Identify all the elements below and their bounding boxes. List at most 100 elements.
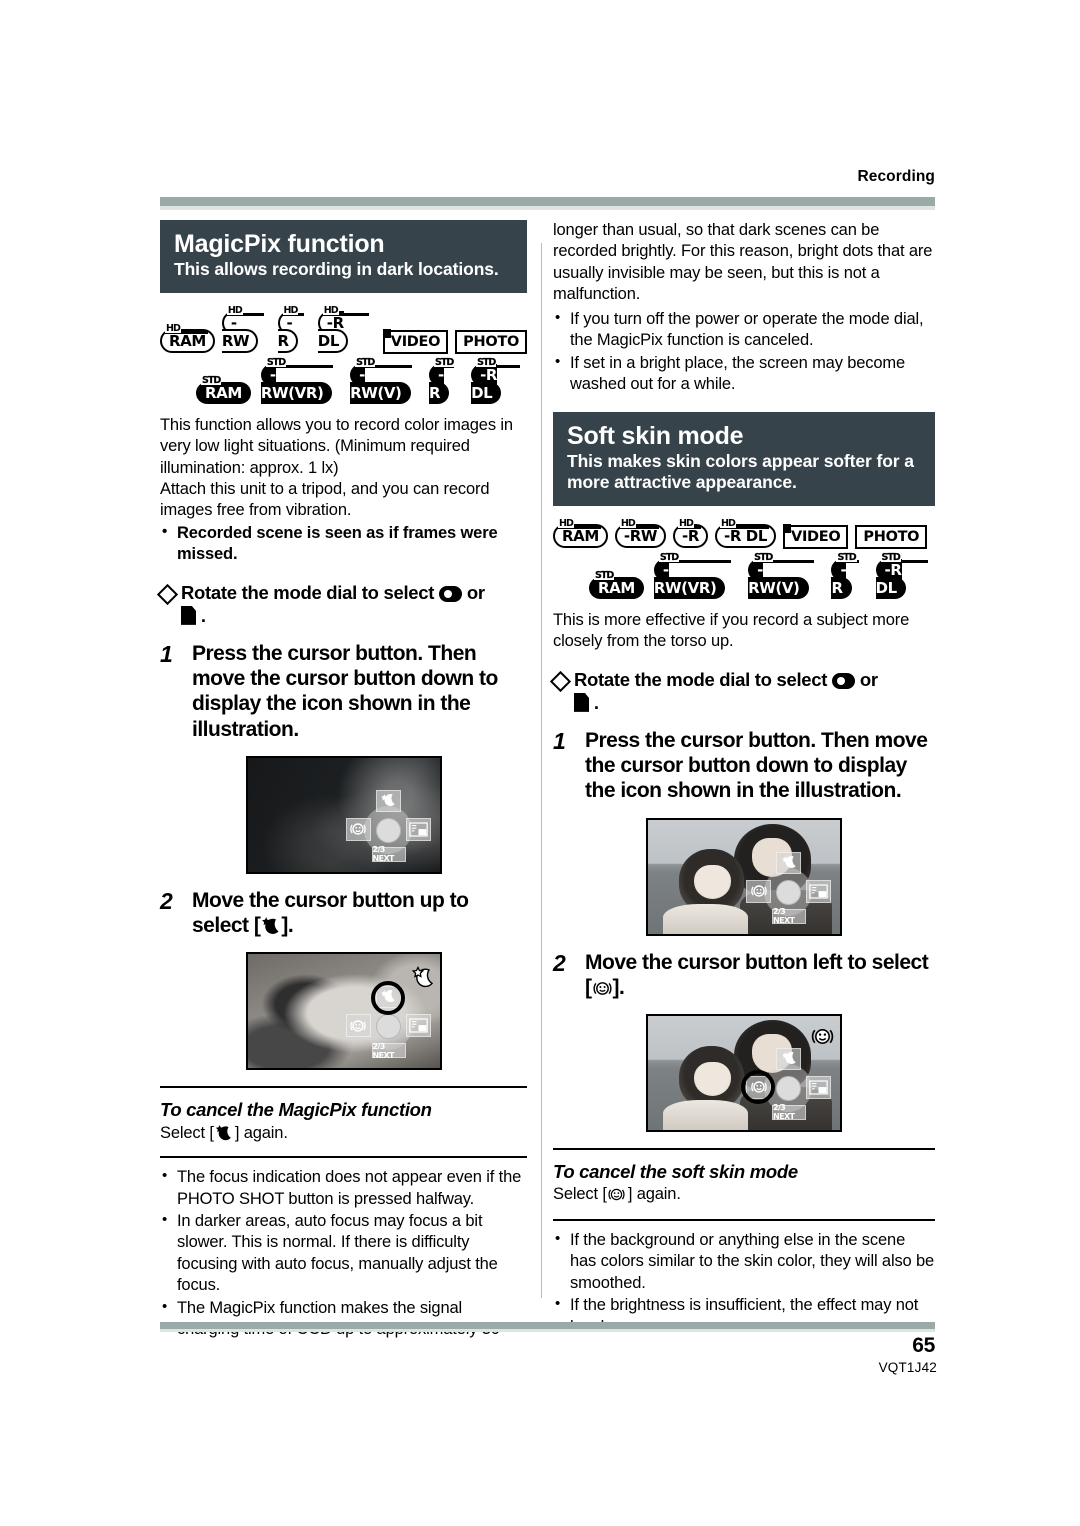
softskin-step-2: 2 Move the cursor button left to select …: [553, 950, 935, 1000]
osd-next-label: 2/3 NEXT: [772, 1103, 806, 1121]
badge-photo: PHOTO: [455, 329, 527, 354]
note-item: If set in a bright place, the screen may…: [553, 352, 935, 396]
mode-dial-photo-icon: [181, 605, 196, 625]
magicpix-cancel-title: To cancel the MagicPix function: [160, 1099, 432, 1121]
softskin-subtitle: This makes skin colors appear softer for…: [567, 450, 914, 493]
camera-screen-people: 2/3 NEXT: [646, 817, 842, 936]
manual-page: Recording MagicPix function This allows …: [0, 0, 1080, 1526]
dial-middle-text: or: [466, 581, 485, 603]
video-nub-icon: [783, 523, 792, 533]
badge-std-r: STD -R: [429, 356, 454, 404]
badge-std-rw-vr: STD -RW(VR): [653, 553, 738, 599]
step-text-prefix: Move the cursor button up to select [: [192, 888, 469, 937]
magicpix-subtitle: This allows recording in dark locations.: [174, 259, 499, 279]
badge-std-r-dl: STD -R DL: [471, 357, 527, 404]
badge-std-r: STD -R: [831, 553, 865, 599]
column-divider: [541, 243, 542, 1298]
divider-rule: [553, 1218, 935, 1221]
softskin-figure-1: 2/3 NEXT: [553, 817, 935, 936]
header-rule: [160, 197, 935, 206]
badge-std-ram: STD RAM: [196, 375, 251, 404]
dial-middle-text: or: [859, 668, 878, 690]
badge-std-rw-v: STD -RW(V): [350, 357, 419, 404]
magicpix-media-badges: HD RAM HD -RW HD -R HD -R DL VIDEO PHOTO…: [160, 305, 527, 404]
magicpix-title: MagicPix function: [174, 230, 385, 258]
diamond-marker-icon: [549, 670, 572, 692]
cancel-prefix: Select [: [553, 1184, 607, 1203]
header-rule-light: [160, 206, 935, 210]
magicpix-step-1: 1 Press the cursor button. Then move the…: [160, 641, 527, 742]
right-column: longer than usual, so that dark scenes c…: [549, 220, 935, 1338]
osd-softskin-icon: [345, 1014, 371, 1038]
cursor-button-osd: 2/3 NEXT: [741, 1047, 834, 1125]
video-nub-icon: [382, 328, 391, 338]
badge-hd-r: HD -R: [277, 305, 311, 353]
cancel-suffix: ] again.: [627, 1184, 681, 1203]
badge-hd-ram: HD RAM: [160, 323, 215, 353]
cursor-center-button: [375, 817, 401, 843]
running-head: Recording: [857, 168, 935, 185]
std-badge-row: STD RAM STD -RW(VR) STD -RW(V) STD -R ST…: [553, 553, 935, 599]
camera-screen-dark: 2/3 NEXT: [245, 755, 442, 874]
osd-magicpix-icon: [776, 1047, 801, 1070]
badge-hd-r: HD -R: [673, 519, 708, 548]
cursor-button-osd: 2/3 NEXT: [342, 789, 434, 867]
magicpix-notes: The focus indication does not appear eve…: [160, 1166, 527, 1341]
badge-std-r-dl: STD -R DL: [875, 553, 935, 599]
osd-softskin-icon: [345, 817, 371, 841]
step-number: 2: [553, 949, 566, 976]
osd-next-label: 2/3 NEXT: [371, 845, 406, 863]
hd-badge-row: HD RAM HD -RW HD -R HD -R DL VIDEO PHOTO: [160, 305, 527, 354]
badge-photo: PHOTO: [855, 524, 928, 549]
document-code: VQT1J42: [878, 1360, 937, 1375]
cursor-button-osd: 2/3 NEXT: [342, 981, 434, 1063]
note-item: If the background or anything else in th…: [553, 1229, 935, 1294]
softskin-intro: This is more effective if you record a s…: [553, 610, 910, 651]
diamond-marker-icon: [156, 583, 179, 605]
magicpix-intro-2: Attach this unit to a tripod, and you ca…: [160, 480, 490, 520]
badge-std-ram: STD RAM: [589, 571, 644, 599]
softskin-media-badges: HD RAM HD -RW HD -R HD -R DL VIDEO PHOTO…: [553, 519, 935, 599]
magicpix-callout-icon: [410, 966, 436, 995]
softskin-section-header: Soft skin mode This makes skin colors ap…: [553, 411, 935, 506]
divider-rule: [160, 1156, 527, 1159]
magicpix-cancel-line: Select [] again.: [160, 1123, 527, 1144]
cursor-button-osd: 2/3 NEXT: [742, 851, 834, 929]
badge-hd-rw: HD -RW: [221, 305, 271, 353]
badge-hd-r-dl: HD -R DL: [317, 305, 376, 353]
cancel-prefix: Select [: [160, 1124, 214, 1143]
std-badge-row: STD RAM STD -RW(VR) STD -RW(V) STD -R ST…: [160, 356, 527, 404]
footer-rule-light: [160, 1329, 935, 1332]
magicpix-figure-2: 2/3 NEXT: [160, 952, 527, 1071]
step-number: 2: [160, 887, 173, 914]
badge-hd-r-dl: HD -R DL: [715, 519, 777, 548]
softskin-cancel-title: To cancel the soft skin mode: [553, 1160, 798, 1182]
softskin-callout-icon: [810, 1025, 835, 1053]
step-text: Press the cursor button. Then move the c…: [192, 642, 498, 741]
magicpix-moon-star-icon: [260, 915, 281, 936]
osd-backlight-icon: [405, 817, 431, 841]
cursor-center-button: [375, 1014, 401, 1040]
osd-next-label: 2/3 NEXT: [371, 1042, 406, 1060]
camera-screen-baby: 2/3 NEXT: [245, 952, 442, 1071]
badge-std-rw-vr: STD -RW(VR): [260, 357, 340, 404]
step-text-suffix: ].: [281, 913, 294, 937]
osd-softskin-icon: [746, 879, 771, 903]
cursor-center-button: [776, 1075, 801, 1101]
step-number: 1: [553, 728, 566, 754]
badge-video: VIDEO: [783, 523, 849, 549]
magicpix-figure-1: 2/3 NEXT: [160, 755, 527, 874]
magicpix-moon-star-icon: [214, 1123, 235, 1144]
hd-badge-row: HD RAM HD -RW HD -R HD -R DL VIDEO PHOTO: [553, 519, 935, 549]
note-item: In darker areas, auto focus may focus a …: [160, 1210, 527, 1297]
dial-suffix-text: .: [200, 604, 206, 626]
note-item: The focus indication does not appear eve…: [160, 1166, 527, 1210]
note-item: If you turn off the power or operate the…: [553, 308, 935, 352]
osd-backlight-icon: [806, 1075, 831, 1099]
badge-hd-ram: HD RAM: [553, 519, 608, 548]
note-item: The MagicPix function makes the signal c…: [160, 1297, 527, 1341]
softskin-face-icon: [607, 1186, 628, 1207]
camera-screen-people-selected: 2/3 NEXT: [646, 1013, 842, 1132]
divider-rule: [160, 1086, 527, 1089]
softskin-title: Soft skin mode: [567, 421, 744, 450]
